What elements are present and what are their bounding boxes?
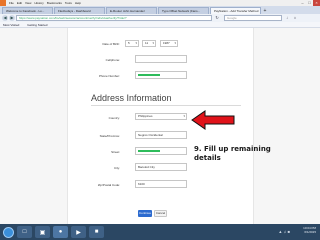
state-field[interactable]: Negros Occidental — [135, 131, 187, 139]
tab-network[interactable]: Typo Offset Network (Fans... — [158, 7, 209, 14]
annotation-text: 9. Fill up remaining details — [194, 145, 271, 162]
menu-file[interactable]: File — [9, 1, 14, 5]
cellphone-field[interactable] — [135, 55, 187, 63]
url-input[interactable]: https://www.paynation.com/bs/web/session… — [16, 15, 212, 21]
chevron-down-icon: ▾ — [174, 41, 176, 45]
clock[interactable]: 10:04 PM 6/1/2015 — [303, 226, 316, 234]
taskbar: □ ▣ ● ▶ ■ ▲ ♫ ■ 10:04 PM 6/1/2015 — [0, 224, 320, 240]
folder-icon[interactable]: ▣ — [35, 226, 50, 238]
chevron-down-icon: ▾ — [183, 114, 185, 118]
section-title: Address Information — [91, 93, 172, 103]
tab-facebook[interactable]: Welcome to Facebook - Lo... — [2, 7, 53, 14]
street-label: Street: — [111, 150, 120, 154]
back-icon[interactable]: ◀ — [2, 15, 8, 21]
section-divider — [91, 105, 241, 106]
chevron-down-icon: ▾ — [152, 41, 154, 45]
zip-field[interactable]: 6100 — [135, 180, 187, 188]
city-field[interactable]: Bacolod City — [135, 163, 187, 171]
media-icon[interactable]: ▶ — [71, 226, 86, 238]
dob-year-value: 1987 — [163, 41, 170, 45]
tab-strip: Welcome to Facebook - Lo... Flexbudsys -… — [0, 6, 320, 14]
home-icon[interactable]: ⌂ — [292, 15, 298, 21]
phone-label: Phone Number: — [98, 74, 120, 78]
dob-month-value: 5 — [128, 41, 130, 45]
navigation-bar: ◀ ▶ https://www.paynation.com/bs/web/ses… — [0, 14, 320, 22]
dob-year-select[interactable]: 1987 ▾ — [160, 40, 178, 47]
forward-icon[interactable]: ▶ — [9, 15, 15, 21]
country-select[interactable]: Philippines ▾ — [135, 113, 187, 120]
country-label: Country: — [108, 116, 120, 120]
download-icon[interactable]: ↓ — [284, 15, 290, 21]
clock-date: 6/1/2015 — [304, 230, 316, 234]
app-icon[interactable]: ■ — [89, 226, 104, 238]
cancel-button[interactable]: Cancel — [154, 210, 167, 217]
search-input[interactable]: Google — [224, 15, 282, 21]
dob-day-value: 11 — [145, 41, 149, 45]
menu-edit[interactable]: Edit — [17, 1, 22, 5]
reload-icon[interactable]: ↻ — [214, 15, 220, 21]
menu-help[interactable]: Help — [75, 1, 81, 5]
tab-erouter[interactable]: E-Router John Hernandez — [106, 7, 157, 14]
tab-dashboard[interactable]: Flexbudsys - Dashboard — [54, 7, 105, 14]
city-label: City: — [114, 166, 120, 170]
country-value: Philippines — [138, 114, 153, 118]
dob-day-select[interactable]: 11 ▾ — [142, 40, 156, 47]
bookmark-getting-started[interactable]: Getting Started — [27, 23, 47, 27]
street-field[interactable] — [135, 147, 187, 155]
phone-field[interactable] — [135, 71, 187, 79]
zip-label: Zip/Postal Code: — [97, 183, 120, 187]
annotation-arrow-icon — [191, 110, 235, 130]
state-label: State/Province: — [99, 134, 120, 138]
menu-view[interactable]: View — [25, 1, 31, 5]
menu-tools[interactable]: Tools — [65, 1, 72, 5]
dob-label: Date of Birth: — [102, 42, 120, 46]
redacted-value — [138, 74, 160, 77]
continue-button[interactable]: Continue — [138, 210, 152, 217]
tab-paynation[interactable]: PayNation - Add Transfer Method — [210, 7, 261, 14]
system-tray-icons[interactable]: ▲ ♫ ■ — [278, 229, 290, 234]
redacted-value — [138, 150, 160, 153]
menu-history[interactable]: History — [34, 1, 43, 5]
dob-month-select[interactable]: 5 ▾ — [125, 40, 139, 47]
menu-bookmarks[interactable]: Bookmarks — [47, 1, 62, 5]
start-button[interactable] — [3, 226, 14, 238]
bookmark-most-visited[interactable]: Most Visited — [3, 23, 19, 27]
explorer-icon[interactable]: □ — [17, 226, 32, 238]
firefox-taskbar-icon[interactable]: ● — [53, 226, 68, 238]
cellphone-label: Cellphone: — [105, 58, 120, 62]
chevron-down-icon: ▾ — [135, 41, 137, 45]
